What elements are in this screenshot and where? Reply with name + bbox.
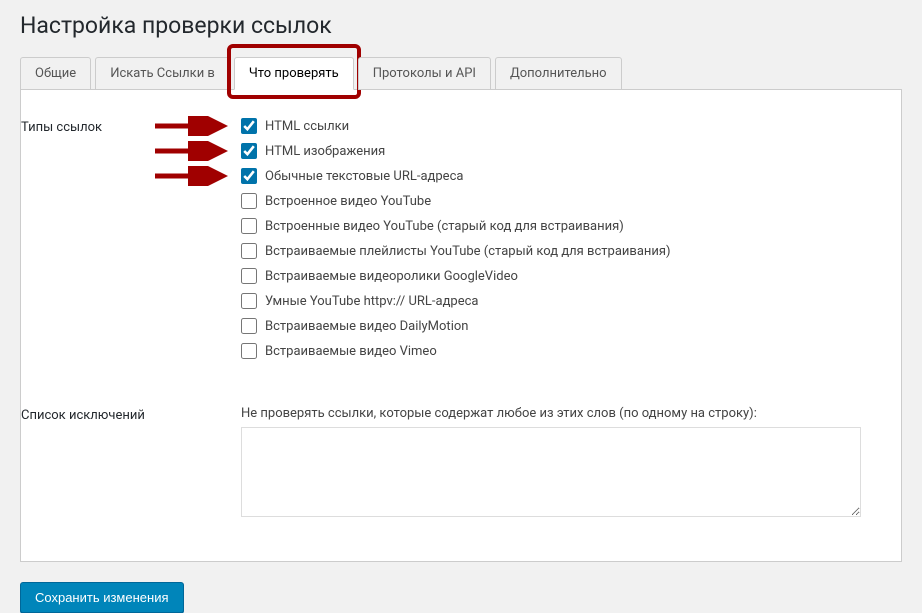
link-type-label[interactable]: Встроенное видео YouTube bbox=[265, 194, 431, 209]
link-type-checkbox[interactable] bbox=[241, 168, 257, 184]
link-type-checkbox[interactable] bbox=[241, 318, 257, 334]
link-type-label[interactable]: Встраиваемые видеоролики GoogleVideo bbox=[265, 269, 518, 284]
tab-advanced[interactable]: Дополнительно bbox=[495, 57, 622, 90]
tab-label: Что проверять bbox=[249, 66, 339, 81]
link-type-option: HTML ссылки bbox=[241, 118, 881, 134]
link-type-label[interactable]: Встраиваемые плейлисты YouTube (старый к… bbox=[265, 244, 671, 259]
nav-tabs: Общие Искать Ссылки в Что проверять Прот… bbox=[20, 57, 902, 90]
exclusions-description: Не проверять ссылки, которые содержат лю… bbox=[241, 406, 881, 421]
tab-protocols-api[interactable]: Протоколы и API bbox=[358, 57, 491, 90]
link-type-option: Умные YouTube httpv:// URL-адреса bbox=[241, 293, 881, 309]
link-types-options: HTML ссылки HTML изображения Обычные текст… bbox=[241, 110, 881, 368]
link-type-checkbox[interactable] bbox=[241, 293, 257, 309]
settings-panel: Типы ссылок HTML ссылкиHTML изображенияО… bbox=[20, 89, 902, 562]
link-type-label[interactable]: HTML ссылки bbox=[265, 119, 349, 134]
link-type-label[interactable]: Встроенные видео YouTube (старый код для… bbox=[265, 219, 624, 234]
arrow-icon bbox=[153, 166, 231, 186]
link-type-checkbox[interactable] bbox=[241, 193, 257, 209]
link-type-option: HTML изображения bbox=[241, 143, 881, 159]
link-type-checkbox[interactable] bbox=[241, 218, 257, 234]
link-type-option: Встраиваемые видео DailyMotion bbox=[241, 318, 881, 334]
save-button[interactable]: Сохранить изменения bbox=[20, 582, 184, 613]
link-type-label[interactable]: Обычные текстовые URL-адреса bbox=[265, 169, 463, 184]
arrow-icon bbox=[153, 141, 231, 161]
link-type-option: Встраиваемые видео Vimeo bbox=[241, 343, 881, 359]
exclusions-textarea[interactable] bbox=[241, 427, 861, 517]
link-type-checkbox[interactable] bbox=[241, 143, 257, 159]
tab-search-links-in[interactable]: Искать Ссылки в bbox=[95, 57, 230, 90]
link-type-label[interactable]: Умные YouTube httpv:// URL-адреса bbox=[265, 294, 478, 309]
link-type-label[interactable]: Встраиваемые видео DailyMotion bbox=[265, 319, 468, 334]
page-title: Настройка проверки ссылок bbox=[20, 10, 902, 39]
link-type-label[interactable]: Встраиваемые видео Vimeo bbox=[265, 344, 437, 359]
link-type-option: Встраиваемые плейлисты YouTube (старый к… bbox=[241, 243, 881, 259]
link-type-option: Обычные текстовые URL-адреса bbox=[241, 168, 881, 184]
link-type-option: Встраиваемые видеоролики GoogleVideo bbox=[241, 268, 881, 284]
link-type-checkbox[interactable] bbox=[241, 243, 257, 259]
exclusions-heading: Список исключений bbox=[21, 398, 241, 433]
link-type-checkbox[interactable] bbox=[241, 343, 257, 359]
arrow-icon bbox=[153, 116, 231, 136]
link-type-label[interactable]: HTML изображения bbox=[265, 144, 385, 159]
tab-general[interactable]: Общие bbox=[20, 57, 91, 90]
link-type-option: Встроенное видео YouTube bbox=[241, 193, 881, 209]
link-type-option: Встроенные видео YouTube (старый код для… bbox=[241, 218, 881, 234]
link-type-checkbox[interactable] bbox=[241, 118, 257, 134]
tab-what-to-check[interactable]: Что проверять bbox=[234, 57, 354, 90]
link-type-checkbox[interactable] bbox=[241, 268, 257, 284]
